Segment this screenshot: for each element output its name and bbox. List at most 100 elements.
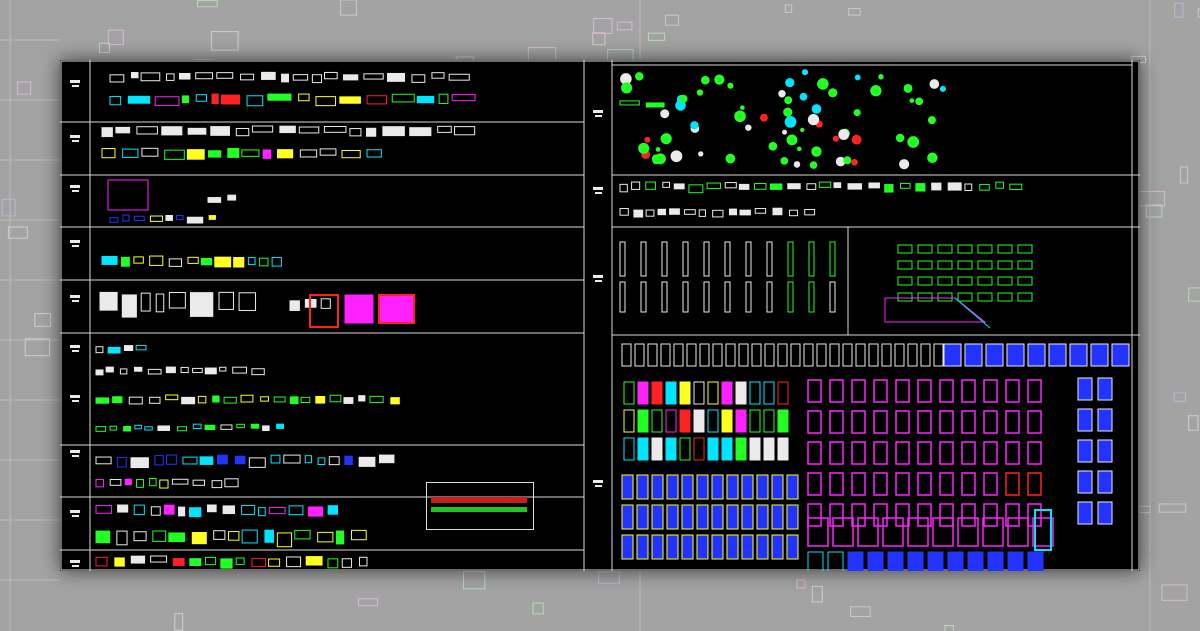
plan-icon	[109, 217, 119, 223]
door-icon	[681, 504, 694, 530]
symbol-icon	[915, 183, 926, 192]
plant-icon	[784, 116, 797, 128]
cabinet-icon	[121, 294, 137, 318]
door-icon	[623, 437, 635, 461]
column-icon	[682, 281, 689, 313]
door-icon	[786, 534, 799, 560]
sofa-icon	[127, 95, 151, 104]
dining-icon	[165, 454, 177, 465]
plant-icon	[800, 127, 805, 133]
appliance-icon	[258, 507, 266, 517]
door-icon	[807, 410, 822, 434]
fixture-icon	[165, 366, 176, 374]
door-icon	[686, 343, 697, 367]
bed-icon	[210, 126, 230, 136]
door-icon	[961, 379, 976, 403]
lamp-icon	[149, 396, 161, 404]
column-icon	[640, 281, 647, 313]
sofa-icon	[363, 73, 384, 80]
ornament-icon	[997, 260, 1013, 270]
door-icon	[917, 441, 932, 465]
symbol-icon	[900, 182, 911, 189]
plant-icon	[828, 88, 838, 98]
door-icon	[851, 472, 866, 496]
door-icon	[651, 437, 663, 461]
lamp-icon	[204, 424, 216, 431]
plant-icon	[786, 134, 798, 146]
door-icon	[735, 409, 747, 433]
row-label-text	[595, 192, 602, 194]
appliance-icon	[276, 532, 293, 548]
sofa-icon	[240, 73, 255, 81]
row-label-text	[72, 300, 79, 302]
symbol-icon	[724, 182, 737, 189]
door-icon	[786, 504, 799, 530]
row-label-text	[72, 400, 79, 402]
appliance-icon	[286, 556, 302, 568]
ornament-icon	[1017, 244, 1033, 254]
sofa-icon	[324, 71, 338, 80]
symbol-icon	[964, 183, 973, 192]
ornament-icon	[917, 244, 933, 254]
door-icon	[1005, 472, 1020, 496]
door-icon	[777, 381, 789, 405]
appliance-icon	[327, 505, 339, 515]
sofa-icon	[140, 72, 161, 82]
appliance-icon	[95, 505, 113, 514]
plan-icon	[107, 179, 149, 211]
plant-icon	[780, 157, 789, 165]
symbol-icon	[738, 183, 750, 190]
plant-icon	[619, 100, 640, 106]
window-icon	[1077, 408, 1093, 432]
bed-icon	[298, 126, 320, 134]
table-chair-icon	[247, 257, 256, 266]
table-chair-icon	[258, 257, 269, 267]
door-icon	[983, 503, 998, 527]
bed-icon	[382, 126, 405, 137]
symbol-icon	[706, 182, 721, 190]
door-icon	[1005, 379, 1020, 403]
symbol-icon	[657, 208, 667, 216]
plant-icon	[851, 134, 862, 145]
sofa-icon	[298, 93, 310, 102]
symbol-icon	[631, 181, 641, 190]
dining-icon	[95, 456, 112, 465]
fixture-icon	[119, 368, 128, 375]
appliance-icon	[117, 504, 129, 513]
window-icon	[943, 343, 962, 367]
ornament-icon	[897, 276, 913, 286]
appliance-icon	[207, 504, 217, 513]
door-icon	[982, 517, 1004, 547]
column-icon	[619, 281, 626, 313]
cad-drawing-panel[interactable]	[60, 60, 1140, 571]
plant-icon	[854, 74, 861, 81]
fixture-icon	[107, 346, 121, 354]
column-icon	[703, 241, 710, 277]
dining-icon	[224, 478, 239, 488]
door-icon	[851, 410, 866, 434]
sofa-icon	[220, 94, 241, 105]
plant-icon	[670, 150, 683, 163]
sofa-icon	[411, 74, 426, 83]
window-icon	[1097, 470, 1113, 494]
window-icon	[1007, 551, 1024, 571]
bed-icon	[115, 126, 131, 134]
table-chair-icon	[168, 258, 183, 267]
column-icon	[808, 281, 815, 313]
fixture-icon	[95, 346, 104, 354]
table-chair-icon	[271, 256, 282, 267]
fixture-icon	[251, 368, 265, 376]
bed-icon	[299, 149, 318, 158]
window-icon	[1090, 343, 1109, 367]
symbol-icon	[995, 181, 1004, 189]
symbol-icon	[979, 183, 990, 191]
bed-icon	[349, 128, 362, 137]
cad-canvas[interactable]	[60, 60, 1140, 571]
column-icon	[703, 281, 710, 313]
row-label-text	[72, 350, 79, 352]
sofa-icon	[366, 95, 387, 105]
door-icon	[777, 437, 789, 461]
door-icon	[721, 409, 733, 433]
appliance-icon	[152, 530, 167, 542]
window-icon	[927, 551, 944, 571]
